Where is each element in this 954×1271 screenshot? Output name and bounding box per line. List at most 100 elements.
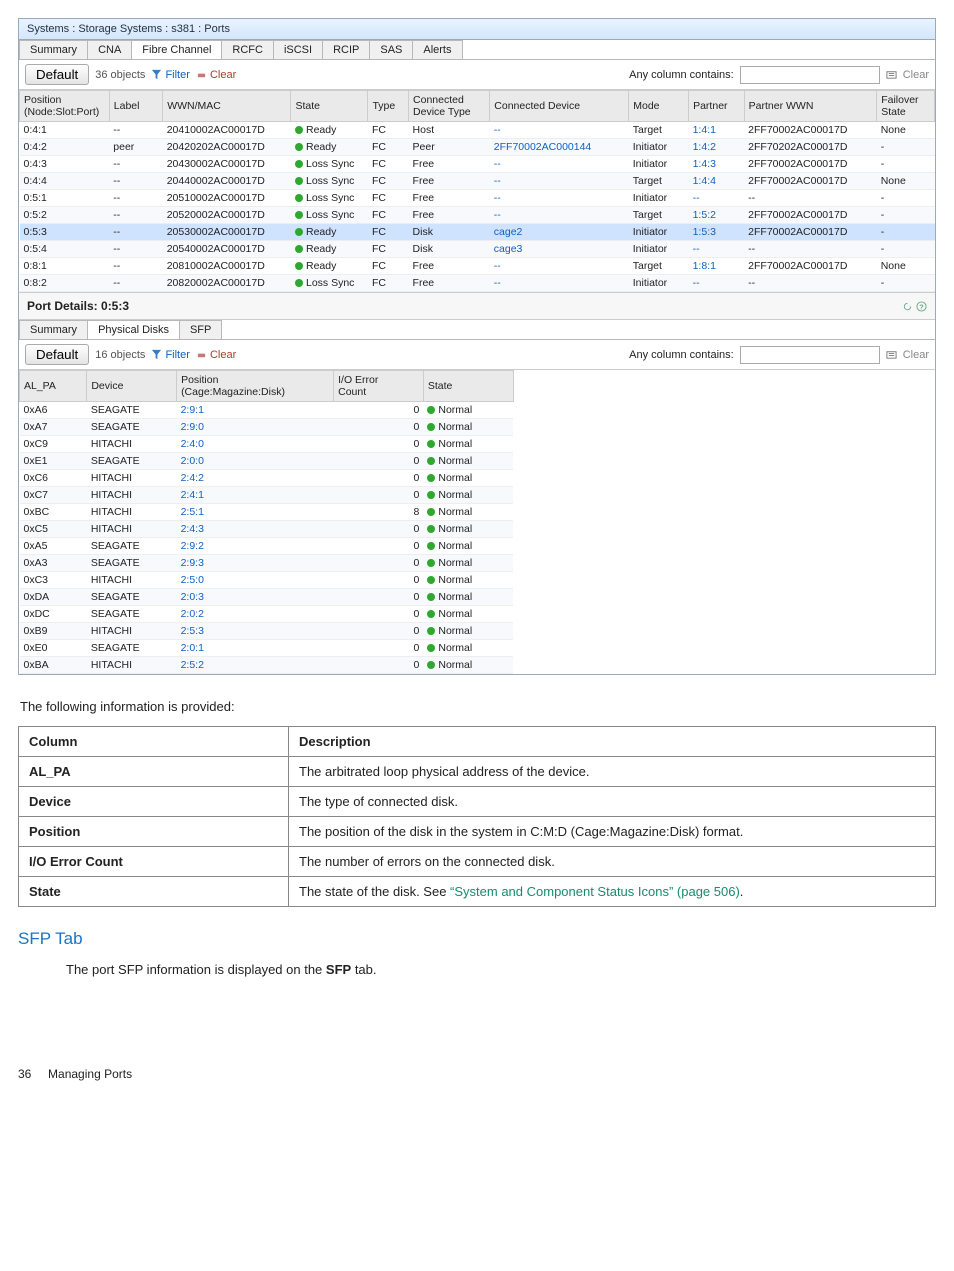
- col-header[interactable]: Connected Device: [490, 91, 629, 122]
- cell: 0: [334, 470, 424, 487]
- cell: 0xA5: [20, 538, 87, 555]
- table-row[interactable]: 0xDCSEAGATE2:0:20Normal: [20, 606, 514, 623]
- table-row[interactable]: 0xC9HITACHI2:4:00Normal: [20, 436, 514, 453]
- table-row[interactable]: 0xA6SEAGATE2:9:10Normal: [20, 402, 514, 419]
- clear-filter-button[interactable]: Clear: [196, 69, 236, 81]
- refresh-button[interactable]: [902, 299, 913, 313]
- col-header[interactable]: Mode: [629, 91, 689, 122]
- export-button[interactable]: [886, 69, 897, 81]
- table-row[interactable]: 0xDASEAGATE2:0:30Normal: [20, 589, 514, 606]
- cell: --: [109, 207, 162, 224]
- desc-term: Device: [19, 787, 289, 817]
- table-row[interactable]: 0xC7HITACHI2:4:10Normal: [20, 487, 514, 504]
- table-row[interactable]: 0xA7SEAGATE2:9:00Normal: [20, 419, 514, 436]
- table-row[interactable]: 0xE0SEAGATE2:0:10Normal: [20, 640, 514, 657]
- cell: 2:4:3: [177, 521, 334, 538]
- cell: SEAGATE: [87, 538, 177, 555]
- cell: 0:5:2: [20, 207, 110, 224]
- filter-button-2[interactable]: Filter: [151, 349, 190, 361]
- col-header[interactable]: FailoverState: [877, 91, 935, 122]
- tab-summary[interactable]: Summary: [19, 40, 88, 59]
- table-row[interactable]: 0:4:4--20440002AC00017DLoss SyncFCFree--…: [20, 173, 935, 190]
- table-row[interactable]: 0:8:2--20820002AC00017DLoss SyncFCFree--…: [20, 275, 935, 292]
- detail-tab-sfp[interactable]: SFP: [179, 320, 222, 339]
- object-count-2: 16 objects: [95, 349, 145, 361]
- lower-tabs: SummaryPhysical DisksSFP: [19, 320, 935, 340]
- cell: -: [877, 207, 935, 224]
- tab-alerts[interactable]: Alerts: [412, 40, 462, 59]
- help-button[interactable]: ?: [916, 299, 927, 313]
- ports-panel: Systems : Storage Systems : s381 : Ports…: [18, 18, 936, 675]
- table-row[interactable]: 0:5:2--20520002AC00017DLoss SyncFCFree--…: [20, 207, 935, 224]
- col-header[interactable]: Type: [368, 91, 409, 122]
- table-row[interactable]: 0xB9HITACHI2:5:30Normal: [20, 623, 514, 640]
- tab-fibre-channel[interactable]: Fibre Channel: [131, 40, 222, 59]
- tab-iscsi[interactable]: iSCSI: [273, 40, 323, 59]
- col-header[interactable]: Device: [87, 371, 177, 402]
- table-row[interactable]: 0xA3SEAGATE2:9:30Normal: [20, 555, 514, 572]
- table-row[interactable]: 0:4:3--20430002AC00017DLoss SyncFCFree--…: [20, 156, 935, 173]
- detail-tab-summary[interactable]: Summary: [19, 320, 88, 339]
- cell: 2:5:3: [177, 623, 334, 640]
- cell: 2FF70002AC000144: [490, 139, 629, 156]
- col-header[interactable]: WWN/MAC: [163, 91, 291, 122]
- cell: 2:0:3: [177, 589, 334, 606]
- table-row[interactable]: 0:5:1--20510002AC00017DLoss SyncFCFree--…: [20, 190, 935, 207]
- desc-definition: The position of the disk in the system i…: [289, 817, 936, 847]
- table-row[interactable]: 0:8:1--20810002AC00017DReadyFCFree--Targ…: [20, 258, 935, 275]
- col-header[interactable]: Label: [109, 91, 162, 122]
- cell: Initiator: [629, 241, 689, 258]
- col-header[interactable]: State: [291, 91, 368, 122]
- table-row[interactable]: 0xC5HITACHI2:4:30Normal: [20, 521, 514, 538]
- clear-search-button-2[interactable]: Clear: [903, 349, 929, 361]
- tab-rcfc[interactable]: RCFC: [221, 40, 274, 59]
- cell: 20810002AC00017D: [163, 258, 291, 275]
- cell: FC: [368, 190, 409, 207]
- table-row[interactable]: 0:5:3--20530002AC00017DReadyFCDiskcage2I…: [20, 224, 935, 241]
- col-header[interactable]: I/O ErrorCount: [334, 371, 424, 402]
- tab-cna[interactable]: CNA: [87, 40, 132, 59]
- sfp-text-c: tab.: [351, 962, 376, 977]
- cell: Target: [629, 207, 689, 224]
- table-row[interactable]: 0:5:4--20540002AC00017DReadyFCDiskcage3I…: [20, 241, 935, 258]
- filter-button[interactable]: Filter: [151, 69, 190, 81]
- col-header[interactable]: AL_PA: [20, 371, 87, 402]
- cell: 20410002AC00017D: [163, 122, 291, 139]
- col-header[interactable]: ConnectedDevice Type: [409, 91, 490, 122]
- cell: --: [744, 190, 877, 207]
- col-header[interactable]: Partner: [689, 91, 745, 122]
- search-input-2[interactable]: [740, 346, 880, 364]
- detail-tab-physical-disks[interactable]: Physical Disks: [87, 320, 180, 339]
- cell: 0: [334, 555, 424, 572]
- cell: Disk: [409, 241, 490, 258]
- col-header[interactable]: State: [423, 371, 513, 402]
- tab-rcip[interactable]: RCIP: [322, 40, 370, 59]
- default-view-button[interactable]: Default: [25, 64, 89, 85]
- table-row[interactable]: 0xBAHITACHI2:5:20Normal: [20, 657, 514, 674]
- cell: Free: [409, 258, 490, 275]
- cell: Normal: [423, 657, 513, 674]
- table-row[interactable]: 0xA5SEAGATE2:9:20Normal: [20, 538, 514, 555]
- cell: Ready: [291, 139, 368, 156]
- table-row[interactable]: 0:4:1--20410002AC00017DReadyFCHost--Targ…: [20, 122, 935, 139]
- col-header[interactable]: Position(Node:Slot:Port): [20, 91, 110, 122]
- cell: Loss Sync: [291, 173, 368, 190]
- cell: 0xC3: [20, 572, 87, 589]
- default-view-button-2[interactable]: Default: [25, 344, 89, 365]
- table-row[interactable]: 0xE1SEAGATE2:0:00Normal: [20, 453, 514, 470]
- cell: Free: [409, 156, 490, 173]
- clear-filter-button-2[interactable]: Clear: [196, 349, 236, 361]
- col-header[interactable]: Position(Cage:Magazine:Disk): [177, 371, 334, 402]
- table-row[interactable]: 0:4:2peer20420202AC00017DReadyFCPeer2FF7…: [20, 139, 935, 156]
- tab-sas[interactable]: SAS: [369, 40, 413, 59]
- export-button-2[interactable]: [886, 349, 897, 361]
- table-row[interactable]: 0xC6HITACHI2:4:20Normal: [20, 470, 514, 487]
- col-header[interactable]: Partner WWN: [744, 91, 877, 122]
- table-row[interactable]: 0xBCHITACHI2:5:18Normal: [20, 504, 514, 521]
- table-row[interactable]: 0xC3HITACHI2:5:00Normal: [20, 572, 514, 589]
- cell: 1:4:4: [689, 173, 745, 190]
- clear-search-button[interactable]: Clear: [903, 69, 929, 81]
- search-input[interactable]: [740, 66, 880, 84]
- sfp-heading: SFP Tab: [18, 929, 936, 949]
- cell: Ready: [291, 258, 368, 275]
